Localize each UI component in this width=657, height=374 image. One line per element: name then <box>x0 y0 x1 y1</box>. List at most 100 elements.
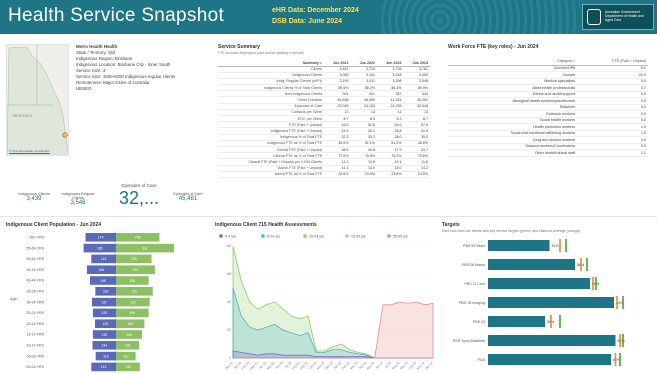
target-row-label: PBS 16 Imaging <box>459 301 485 305</box>
national-average-marker <box>616 296 618 309</box>
female-value-label: 162 <box>127 322 133 326</box>
target-marker <box>622 296 624 309</box>
health-assess-title: Indigenous Client 715 Health Assessments <box>215 222 317 228</box>
x-tick-label: May 23 <box>266 361 276 371</box>
female-value-label: 112 <box>123 354 129 358</box>
target-marker <box>595 277 597 290</box>
target-bar <box>488 316 545 327</box>
age-group-label: 50-54 YRS <box>26 257 44 261</box>
x-tick-label: Jun 23 <box>275 361 284 370</box>
legend-marker <box>261 234 265 238</box>
age-group-label: 00-04 YRS <box>26 365 44 369</box>
workforce-title: Work Force FTE (key roles) - Jun 2024 <box>448 44 539 50</box>
table-cell: 23.8% <box>377 171 404 178</box>
national-average-marker <box>614 353 617 366</box>
row-label: Other health/clinical staff <box>448 149 578 157</box>
map-svg: TIB BORATS <box>7 45 68 155</box>
kpi-episodes-of-care: Episodes of Care 32,... <box>104 183 174 208</box>
table-row: Admin FTE as % of Total FTE 22.6% 23.5% 23.… <box>218 171 430 178</box>
female-value-label: 222 <box>133 268 139 272</box>
legend-label: 0-4 yrs <box>225 234 236 238</box>
age-group-label: 45-49 YRS <box>26 268 44 272</box>
page-title: Health Service Snapshot <box>8 5 225 26</box>
target-bar <box>488 240 550 251</box>
service-summary-title: Service Summary <box>218 44 260 50</box>
kpi-value: 32,... <box>118 188 160 208</box>
target-bar <box>488 335 616 346</box>
female-value-label: 136 <box>125 365 131 369</box>
column-header-category[interactable]: Category ⌕ <box>448 58 578 66</box>
kpi-episodes-right: Episodes of Care 45,481 <box>168 192 208 202</box>
target-row-label: PI09 Sport Diabetes <box>453 339 485 343</box>
national-average-marker <box>592 277 594 290</box>
header-decoration <box>380 0 580 34</box>
service-summary-table: Summary ⌕ Jun 2021 Jun 2022 Jun 2023 Jun… <box>218 60 430 178</box>
age-group-label: 35-39 YRS <box>26 290 44 294</box>
male-value-label: 120 <box>103 322 109 326</box>
location-pin-icon[interactable] <box>62 132 68 138</box>
female-value-label: 132 <box>125 344 131 348</box>
y-tick-label: 40 <box>227 300 231 304</box>
male-value-label: 185 <box>97 246 103 250</box>
y-tick-label: 0 <box>229 356 231 360</box>
target-bar <box>488 297 614 308</box>
age-group-label: 55-64 YRS <box>26 246 44 250</box>
male-value-label: 148 <box>100 279 106 283</box>
column-header-fte[interactable]: FTE (Paid + Unpaid) <box>577 58 648 66</box>
service-summary-subtitle: FTE includes employees paid and/or opoli… <box>218 51 304 55</box>
map-credit-link[interactable]: © OpenStreetMap contributors <box>9 149 50 153</box>
y-tick-label: 80 <box>227 244 231 248</box>
legend-label: 25-54 yrs <box>351 234 366 238</box>
male-value-label: 132 <box>102 311 108 315</box>
table-row: Other health/clinical staff 1.1 <box>448 149 648 157</box>
target-bar <box>488 259 575 270</box>
table-cell: 22.6% <box>324 171 351 178</box>
x-tick-label: Dec 24 <box>424 361 434 371</box>
target-marker <box>559 315 561 328</box>
facility-info: Metro Health Health State / Territory: Q… <box>76 44 206 92</box>
age-group-label: 20-24 YRS <box>26 322 44 326</box>
age-group-label: 05-09 YRS <box>26 354 44 358</box>
kpi-value: 45,481 <box>178 196 198 202</box>
female-value-label: 248 <box>135 236 141 240</box>
target-bar <box>488 354 611 365</box>
header-banner: Health Service Snapshot eHR Data: Decemb… <box>0 0 657 34</box>
legend-label: 55-99 yrs <box>393 234 408 238</box>
target-value-label: 41% <box>552 244 560 248</box>
table-cell: 23.5% <box>350 171 377 178</box>
legend-label: 15-24 yrs <box>309 234 324 238</box>
location-map[interactable]: TIB BORATS © OpenStreetMap contributors <box>6 44 69 156</box>
table-cell: 24.5% <box>403 171 430 178</box>
target-marker <box>565 239 567 252</box>
x-tick-label: Jun 24 <box>375 361 384 370</box>
x-tick-label: Sep 24 <box>399 361 409 371</box>
pyramid-title: Indigenous Client Population - Jun 2024 <box>6 222 102 228</box>
pyramid-axis-label: Age <box>10 296 18 301</box>
y-tick-label: 60 <box>227 272 231 276</box>
legend-marker <box>387 234 391 238</box>
male-value-label: 118 <box>103 290 109 294</box>
male-value-label: 134 <box>101 344 107 348</box>
target-value-label: 85% <box>618 339 626 343</box>
search-icon[interactable]: ⌕ <box>573 59 575 63</box>
government-logo-text: Australian Government Department of Heal… <box>605 10 644 22</box>
female-value-label: 192 <box>130 300 136 304</box>
row-label: Admin FTE as % of Total FTE <box>218 171 325 178</box>
national-average-marker <box>559 239 561 252</box>
section-divider <box>0 216 657 217</box>
kpi-value: 3,548 <box>70 200 86 206</box>
national-average-marker <box>550 315 552 328</box>
search-icon[interactable]: ⌕ <box>320 61 322 65</box>
target-marker <box>586 258 588 271</box>
male-value-label: 137 <box>101 300 107 304</box>
target-bar <box>488 278 590 289</box>
facility-line: UBSEO <box>76 86 92 91</box>
male-value-label: 132 <box>102 333 108 337</box>
age-group-label: 30-34 YRS <box>26 300 44 304</box>
national-average-marker <box>619 334 621 347</box>
x-tick-label: Mar 23 <box>249 361 259 371</box>
kpi-value: 3,439 <box>26 196 42 202</box>
target-row-label: PBS 11 Cerv <box>464 282 485 286</box>
female-value-label: 148 <box>126 333 132 337</box>
male-value-label: 174 <box>98 236 104 240</box>
